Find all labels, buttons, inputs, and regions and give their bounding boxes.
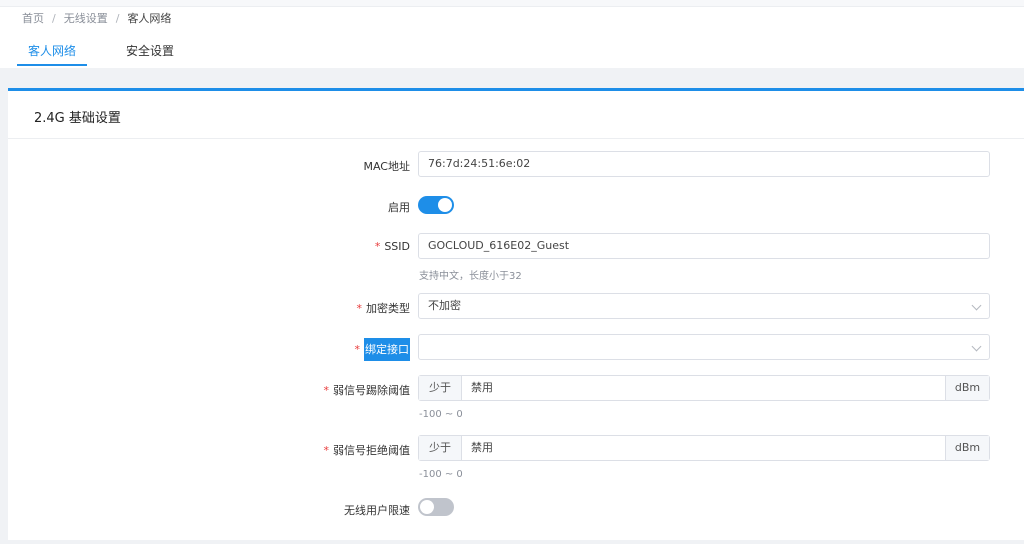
weak-kick-hint: -100 ~ 0 bbox=[419, 409, 463, 420]
weak-kick-label: * 弱信号踢除阈值 bbox=[324, 382, 411, 398]
breadcrumb-wireless[interactable]: 无线设置 bbox=[64, 10, 108, 26]
active-tab-indicator bbox=[17, 64, 87, 66]
mac-label: MAC地址 bbox=[363, 160, 410, 173]
required-mark: * bbox=[354, 343, 361, 356]
breadcrumb-separator: / bbox=[52, 12, 56, 25]
required-mark: * bbox=[323, 384, 330, 397]
weak-reject-value[interactable]: 禁用 bbox=[471, 436, 493, 460]
weak-kick-label-text: 弱信号踢除阈值 bbox=[333, 384, 410, 397]
divider bbox=[8, 138, 1024, 139]
encryption-select[interactable]: 不加密 bbox=[418, 293, 990, 319]
encryption-label-text: 加密类型 bbox=[366, 302, 410, 315]
required-mark: * bbox=[374, 240, 381, 253]
weak-reject-prefix: 少于 bbox=[419, 436, 462, 460]
ssid-field[interactable]: GOCLOUD_616E02_Guest bbox=[418, 233, 990, 259]
enable-label: 启用 bbox=[388, 201, 410, 214]
header: 首页 / 无线设置 / 客人网络 客人网络 安全设置 bbox=[0, 0, 1024, 68]
encryption-value: 不加密 bbox=[428, 299, 461, 312]
panel-title: 2.4G 基础设置 bbox=[34, 111, 121, 126]
weak-reject-label-text: 弱信号拒绝阈值 bbox=[333, 444, 410, 457]
required-mark: * bbox=[356, 302, 363, 315]
ssid-label-text: SSID bbox=[384, 240, 410, 253]
rate-limit-toggle[interactable] bbox=[418, 498, 454, 516]
weak-kick-unit: dBm bbox=[945, 376, 989, 400]
bind-interface-label: * 绑定接口 bbox=[354, 338, 410, 361]
ssid-label: * SSID bbox=[375, 240, 410, 253]
breadcrumb-separator: / bbox=[115, 12, 120, 25]
weak-reject-hint: -100 ~ 0 bbox=[419, 469, 463, 480]
tab-security-settings[interactable]: 安全设置 bbox=[126, 42, 174, 69]
ssid-hint: 支持中文，长度小于32 bbox=[419, 271, 522, 282]
mac-field[interactable]: 76:7d:24:51:6e:02 bbox=[418, 151, 990, 177]
top-strip bbox=[0, 0, 1024, 7]
enable-toggle[interactable] bbox=[418, 196, 454, 214]
rate-limit-label: 无线用户限速 bbox=[344, 504, 410, 517]
breadcrumb: 首页 / 无线设置 / 客人网络 bbox=[22, 10, 171, 26]
chevron-down-icon bbox=[971, 341, 982, 352]
required-mark: * bbox=[323, 444, 330, 457]
weak-reject-unit: dBm bbox=[945, 436, 989, 460]
toggle-knob bbox=[438, 198, 452, 212]
weak-kick-prefix: 少于 bbox=[419, 376, 462, 400]
toggle-knob bbox=[420, 500, 434, 514]
weak-kick-value[interactable]: 禁用 bbox=[471, 376, 493, 400]
chevron-down-icon bbox=[971, 300, 982, 311]
bind-interface-select[interactable] bbox=[418, 334, 990, 360]
settings-panel: 2.4G 基础设置 MAC地址 76:7d:24:51:6e:02 启用 * SS… bbox=[8, 88, 1024, 540]
breadcrumb-current: 客人网络 bbox=[127, 12, 172, 25]
weak-reject-label: * 弱信号拒绝阈值 bbox=[324, 442, 411, 458]
breadcrumb-home[interactable]: 首页 bbox=[22, 10, 44, 26]
weak-kick-input-group[interactable]: 少于 禁用 dBm bbox=[418, 375, 990, 401]
bind-interface-label-text: 绑定接口 bbox=[364, 338, 410, 361]
weak-reject-input-group[interactable]: 少于 禁用 dBm bbox=[418, 435, 990, 461]
encryption-label: * 加密类型 bbox=[357, 300, 411, 316]
